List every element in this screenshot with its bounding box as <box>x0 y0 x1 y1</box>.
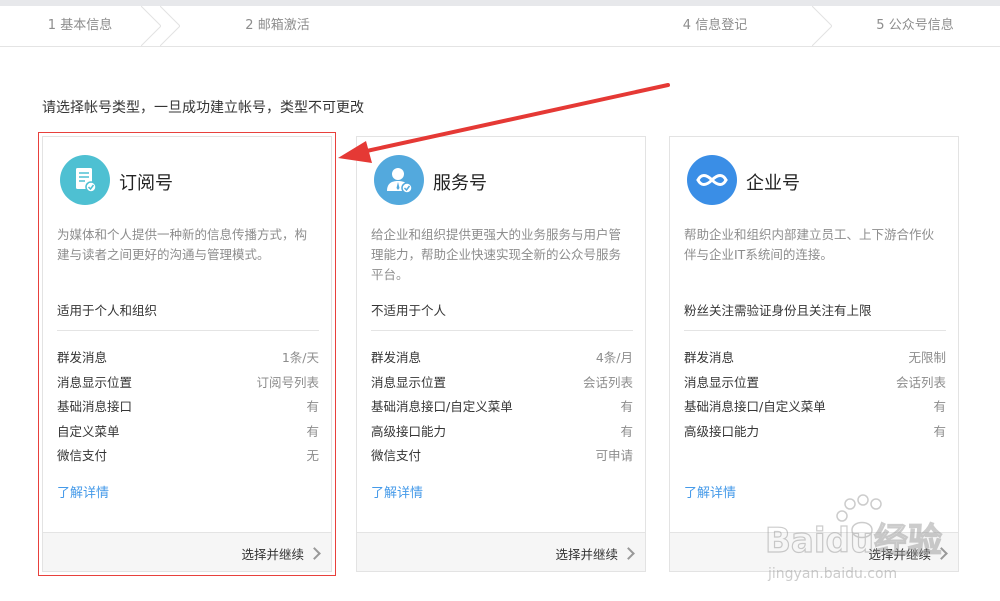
card-title: 服务号 <box>433 173 487 194</box>
feature-row: 自定义菜单 有 <box>57 419 319 444</box>
feature-name: 高级接口能力 <box>371 423 447 439</box>
feature-row: 基础消息接口/自定义菜单 有 <box>371 394 633 419</box>
feature-name: 基础消息接口/自定义菜单 <box>371 399 513 414</box>
step-progress-bar: 1 基本信息 2 邮箱激活 3 选择类型 4 信息登记 5 公众号信息 <box>0 6 1000 47</box>
feature-row: 微信支付 无 <box>57 443 319 468</box>
feature-name: 消息显示位置 <box>371 374 447 390</box>
select-continue-button[interactable]: 选择并继续 <box>555 544 635 563</box>
feature-name: 消息显示位置 <box>57 374 133 390</box>
service-person-icon <box>374 155 424 205</box>
card-title: 订阅号 <box>119 173 173 194</box>
feature-value: 无限制 <box>908 350 946 365</box>
feature-name: 微信支付 <box>57 448 108 463</box>
feature-value: 有 <box>933 423 946 439</box>
card-description: 为媒体和个人提供一种新的信息传播方式，构建与读者之间更好的沟通与管理模式。 <box>57 227 308 262</box>
learn-more-link[interactable]: 了解详情 <box>57 482 109 501</box>
feature-value: 1条/天 <box>281 350 319 365</box>
feature-row: 高级接口能力 有 <box>371 419 633 444</box>
step-label: 5 公众号信息 <box>876 18 954 33</box>
enterprise-link-icon <box>687 155 737 205</box>
card-description: 给企业和组织提供更强大的业务服务与用户管理能力，帮助企业快速实现全新的公众号服务… <box>371 227 622 282</box>
feature-row: 微信支付 可申请 <box>371 443 633 468</box>
step-email-activation: 2 邮箱激活 <box>175 6 380 46</box>
step-separator-icon <box>160 6 180 46</box>
step-label: 3 选择类型 <box>467 18 533 33</box>
feature-value: 有 <box>933 399 946 414</box>
feature-value: 有 <box>306 423 319 439</box>
feature-name: 消息显示位置 <box>684 374 760 390</box>
feature-name: 群发消息 <box>684 350 735 365</box>
feature-name: 自定义菜单 <box>57 423 120 439</box>
feature-value: 会话列表 <box>895 374 946 390</box>
feature-list: 群发消息 1条/天 消息显示位置 订阅号列表 基础消息接口有 自定义菜单有 微信支付… <box>57 345 319 468</box>
select-continue-button[interactable]: 选择并继续 <box>241 544 321 563</box>
feature-value: 有 <box>620 399 633 414</box>
feature-value: 会话列表 <box>582 374 633 390</box>
learn-more-link[interactable]: 了解详情 <box>371 482 423 501</box>
step-separator-icon <box>812 6 832 46</box>
card-suitability: 不适用于个人 <box>371 300 633 331</box>
feature-value: 有 <box>306 399 319 414</box>
chevron-right-icon <box>308 547 321 560</box>
feature-name: 高级接口能力 <box>684 423 760 439</box>
baidu-jingyan-watermark: Baidu经验 jingyan.baidu.com <box>764 494 943 582</box>
step-select-type: 3 选择类型 <box>400 6 600 46</box>
step-separator-icon <box>141 6 161 46</box>
feature-row: 消息显示位置 会话列表 <box>684 370 946 395</box>
watermark-url: jingyan.baidu.com <box>767 566 897 582</box>
feature-row: 群发消息 1条/天 <box>57 345 319 370</box>
feature-row: 消息显示位置 会话列表 <box>371 370 633 395</box>
feature-list: 群发消息 4条/月 消息显示位置 会话列表 基础消息接口/自定义菜单有 高级接口能力… <box>371 345 633 468</box>
feature-name: 群发消息 <box>371 350 422 365</box>
feature-value: 订阅号列表 <box>256 374 319 390</box>
feature-row: 群发消息 无限制 <box>684 345 946 370</box>
chevron-right-icon <box>622 547 635 560</box>
feature-row: 高级接口能力 有 <box>684 419 946 444</box>
card-title: 企业号 <box>746 173 800 194</box>
feature-name: 微信支付 <box>371 448 422 463</box>
feature-row: 群发消息 4条/月 <box>371 345 633 370</box>
feature-row: 基础消息接口 有 <box>57 394 319 419</box>
card-subscription-account[interactable]: 订阅号 为媒体和个人提供一种新的信息传播方式，构建与读者之间更好的沟通与管理模式… <box>38 132 336 576</box>
learn-more-link[interactable]: 了解详情 <box>684 482 736 501</box>
feature-row: 消息显示位置 订阅号列表 <box>57 370 319 395</box>
step-basic-info: 1 基本信息 <box>0 6 161 46</box>
feature-value: 有 <box>620 423 633 439</box>
card-description: 帮助企业和组织内部建立员工、上下游合作伙伴与企业IT系统间的连接。 <box>684 227 935 262</box>
feature-name: 基础消息接口/自定义菜单 <box>684 399 826 414</box>
select-continue-label: 选择并继续 <box>241 547 304 562</box>
feature-list: 群发消息 无限制 消息显示位置 会话列表 基础消息接口/自定义菜单有 高级接口能力有 <box>684 345 946 443</box>
card-suitability: 粉丝关注需验证身份且关注有上限 <box>684 300 946 331</box>
step-label: 2 邮箱激活 <box>245 18 310 33</box>
step-account-info: 5 公众号信息 <box>830 6 1000 46</box>
step-label: 1 基本信息 <box>47 18 113 33</box>
feature-value: 无 <box>306 448 319 463</box>
step-label: 4 信息登记 <box>682 18 748 33</box>
card-service-account[interactable]: 服务号 给企业和组织提供更强大的业务服务与用户管理能力，帮助企业快速实现全新的公… <box>356 136 646 572</box>
feature-row: 基础消息接口/自定义菜单 有 <box>684 394 946 419</box>
subscription-doc-icon <box>60 155 110 205</box>
feature-name: 基础消息接口 <box>57 399 133 414</box>
feature-name: 群发消息 <box>57 350 108 365</box>
card-footer: 选择并继续 <box>357 532 645 571</box>
card-footer: 选择并继续 <box>43 532 331 571</box>
step-info-registration: 4 信息登记 <box>615 6 815 46</box>
page-heading: 请选择帐号类型，一旦成功建立帐号，类型不可更改 <box>42 100 364 116</box>
select-continue-label: 选择并继续 <box>555 547 618 562</box>
watermark-brand: Baidu经验 <box>765 521 942 561</box>
feature-value: 可申请 <box>595 448 633 463</box>
card-suitability: 适用于个人和组织 <box>57 300 319 331</box>
feature-value: 4条/月 <box>595 350 633 365</box>
